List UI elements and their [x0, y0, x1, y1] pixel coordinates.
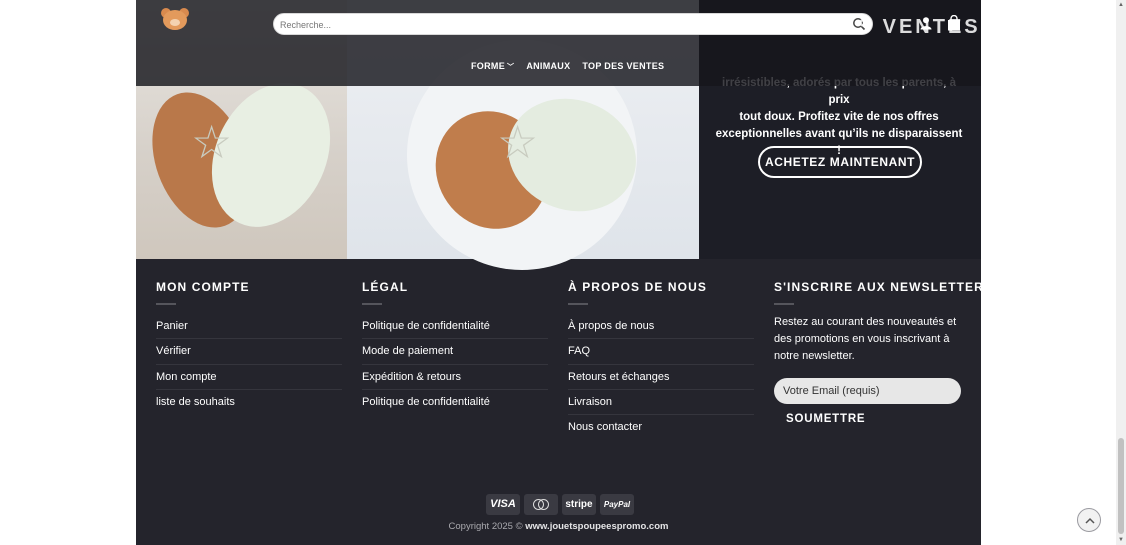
footer-link-payment[interactable]: Mode de paiement: [362, 339, 548, 365]
footer-link-contact[interactable]: Nous contacter: [568, 415, 754, 440]
buy-now-button[interactable]: Achetez maintenant: [758, 146, 922, 178]
footer-column-newsletter: S'INSCRIRE AUX NEWSLETTERS Restez au cou…: [774, 280, 981, 425]
payment-icons: VISA stripe PayPal: [486, 494, 634, 515]
footer-link-privacy-2[interactable]: Politique de confidentialité: [362, 390, 548, 415]
nav-item-top-des-ventes[interactable]: TOP DES VENTES: [582, 61, 664, 72]
divider: [774, 303, 794, 305]
mastercard-icon: [524, 494, 558, 515]
nav-item-forme[interactable]: FORME ﹀: [471, 61, 514, 72]
footer-column-about: À PROPOS DE NOUS À propos de nous FAQ Re…: [568, 280, 754, 440]
divider: [156, 303, 176, 305]
back-to-top-button[interactable]: [1077, 508, 1101, 532]
footer-link-delivery[interactable]: Livraison: [568, 390, 754, 416]
newsletter-submit-button[interactable]: Soumettre: [786, 413, 865, 425]
newsletter-email-input[interactable]: [774, 378, 961, 404]
footer-link-faq[interactable]: FAQ: [568, 339, 754, 365]
stripe-icon: stripe: [562, 494, 596, 515]
scrollbar-thumb[interactable]: [1118, 438, 1124, 534]
copyright: Copyright 2025 © www.jouetspoupeespromo.…: [448, 521, 669, 532]
newsletter-description: Restez au courant des nouveautés et des …: [774, 316, 957, 362]
footer-heading: À PROPOS DE NOUS: [568, 280, 707, 294]
footer-link-mon-compte[interactable]: Mon compte: [156, 365, 342, 390]
footer-column-legal: LÉGAL Politique de confidentialité Mode …: [362, 280, 548, 415]
header-top-bar: TOP DES VENTES: [136, 0, 981, 47]
nav-item-animaux[interactable]: ANIMAUX: [526, 61, 570, 72]
footer-link-privacy[interactable]: Politique de confidentialité: [362, 314, 548, 340]
search-input[interactable]: [280, 17, 840, 32]
back-to-top-icon: [1085, 517, 1095, 524]
scroll-down-arrow-icon[interactable]: ▼: [1117, 536, 1125, 544]
visa-icon: VISA: [486, 494, 520, 515]
chevron-down-icon: ﹀: [507, 64, 515, 71]
cart-icon[interactable]: [946, 15, 962, 31]
footer-link-verifier[interactable]: Vérifier: [156, 339, 342, 365]
footer-link-shipping[interactable]: Expédition & retours: [362, 365, 548, 390]
divider: [568, 303, 588, 305]
footer-link-wishlist[interactable]: liste de souhaits: [156, 390, 342, 415]
footer-columns: MON COMPTE Panier Vérifier Mon compte li…: [136, 259, 981, 484]
footer-heading: S'INSCRIRE AUX NEWSLETTERS: [774, 280, 981, 294]
main-navigation: FORME ﹀ ANIMAUX TOP DES VENTES: [136, 47, 981, 86]
site-header: TOP DES VENTES FORME﹀ ANIMAUX TOP DES VE…: [136, 0, 981, 86]
scroll-up-arrow-icon[interactable]: ▲: [1117, 1, 1125, 9]
footer-link-returns[interactable]: Retours et échanges: [568, 365, 754, 390]
footer-heading: LÉGAL: [362, 280, 409, 294]
footer-link-panier[interactable]: Panier: [156, 314, 342, 340]
paypal-icon: PayPal: [600, 494, 634, 515]
site-link[interactable]: www.jouetspoupeespromo.com: [525, 521, 668, 532]
logo[interactable]: [156, 6, 194, 42]
footer-link-about[interactable]: À propos de nous: [568, 314, 754, 340]
footer-heading: MON COMPTE: [156, 280, 250, 294]
scrollbar[interactable]: ▲ ▼: [1116, 0, 1126, 545]
user-icon[interactable]: [919, 16, 933, 30]
page: ☆ ☆ irrésistibles, adorés par tous les p…: [136, 0, 981, 545]
divider: [362, 303, 382, 305]
footer-column-account: MON COMPTE Panier Vérifier Mon compte li…: [156, 280, 342, 415]
